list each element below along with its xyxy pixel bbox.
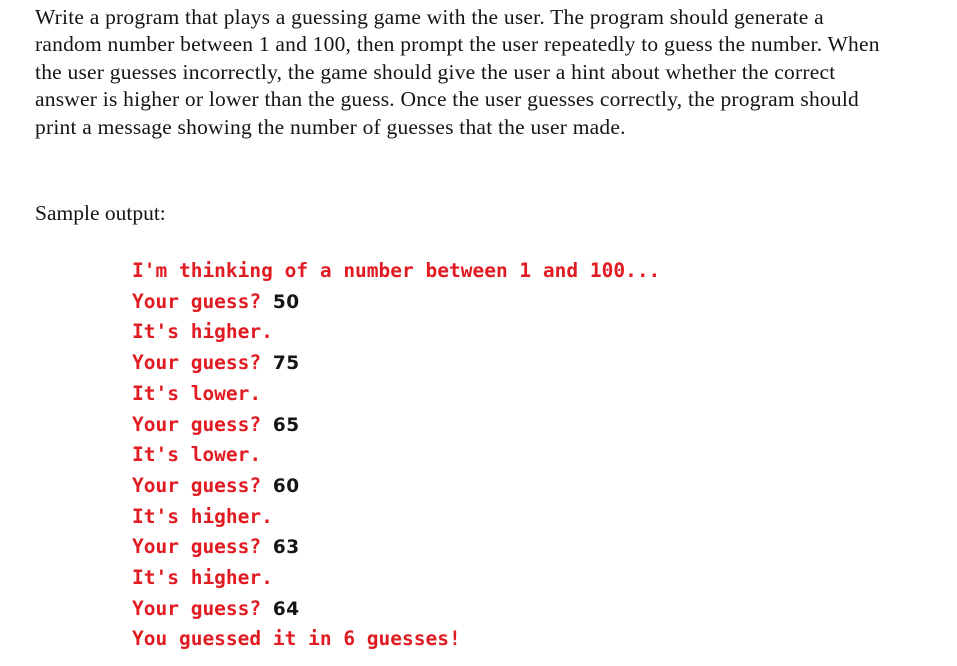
- sample-output-label: Sample output:: [35, 201, 166, 225]
- console-program-text: Your guess?: [132, 473, 273, 497]
- console-program-text: Your guess?: [132, 535, 273, 559]
- console-program-text: Your guess?: [132, 412, 273, 436]
- console-program-text: It's higher.: [132, 566, 273, 590]
- console-line: It's higher.: [132, 563, 892, 594]
- console-user-input: 60: [272, 475, 300, 497]
- console-user-input: 75: [272, 353, 300, 375]
- sample-output-console: I'm thinking of a number between 1 and 1…: [132, 256, 892, 655]
- console-line: It's higher.: [132, 317, 892, 348]
- console-program-text: Your guess?: [132, 596, 273, 620]
- console-user-input: 65: [272, 414, 300, 436]
- console-line: Your guess? 63: [132, 532, 892, 563]
- console-user-input: 64: [272, 598, 300, 620]
- console-user-input: 50: [272, 291, 300, 313]
- console-line: Your guess? 50: [132, 287, 892, 318]
- console-line: Your guess? 64: [132, 594, 892, 625]
- problem-statement-line: random number between 1 and 100, then pr…: [35, 32, 880, 57]
- problem-statement-line: answer is higher or lower than the guess…: [35, 87, 860, 112]
- console-program-text: I'm thinking of a number between 1 and 1…: [132, 259, 661, 282]
- problem-statement-line: Write a program that plays a guessing ga…: [35, 5, 824, 29]
- console-line: Your guess? 60: [132, 471, 892, 502]
- console-program-text: Your guess?: [132, 351, 273, 375]
- console-program-text: You guessed it in 6 guesses!: [132, 627, 461, 651]
- console-line: I'm thinking of a number between 1 and 1…: [132, 256, 892, 287]
- console-program-text: It's lower.: [132, 443, 262, 467]
- console-line: Your guess? 75: [132, 348, 892, 379]
- console-program-text: Your guess?: [132, 289, 273, 313]
- console-program-text: It's lower.: [132, 381, 262, 405]
- problem-statement: Write a program that plays a guessing ga…: [35, 4, 920, 141]
- console-line: It's lower.: [132, 440, 892, 471]
- problem-statement-line: print a message showing the number of gu…: [35, 114, 626, 139]
- problem-statement-line: the user guesses incorrectly, the game s…: [35, 59, 836, 84]
- console-line: It's lower.: [132, 379, 892, 410]
- console-line: You guessed it in 6 guesses!: [132, 624, 892, 655]
- exercise-page: Write a program that plays a guessing ga…: [0, 0, 957, 666]
- console-line: It's higher.: [132, 502, 892, 533]
- console-program-text: It's higher.: [132, 504, 273, 528]
- console-program-text: It's higher.: [132, 320, 273, 344]
- console-user-input: 63: [272, 537, 300, 559]
- console-line: Your guess? 65: [132, 410, 892, 441]
